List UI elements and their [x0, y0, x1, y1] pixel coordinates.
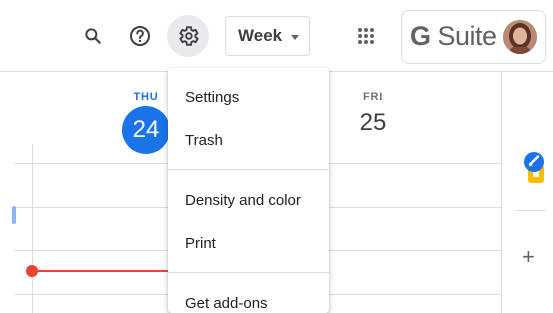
account-switcher[interactable]: G Suite [401, 10, 546, 64]
view-selector-label: Week [238, 26, 283, 45]
day-header-friday[interactable]: FRI 25 [345, 91, 401, 137]
side-panel-divider [516, 210, 546, 211]
day-of-week-label: FRI [362, 91, 384, 103]
today-date[interactable]: 24 [122, 106, 170, 154]
menu-item-print[interactable]: Print [168, 223, 329, 263]
day-header-thursday[interactable]: THU 24 [118, 91, 174, 154]
day-of-week-label: THU [133, 91, 159, 103]
apps-grid-icon [358, 28, 374, 44]
help-icon [130, 26, 150, 46]
settings-menu: Settings Trash Density and color Print G… [168, 68, 329, 313]
gear-icon [179, 26, 199, 46]
avatar-image [503, 20, 537, 54]
time-gutter-divider [32, 144, 33, 313]
avatar[interactable] [503, 20, 537, 54]
gsuite-logo: G Suite [410, 21, 497, 51]
search-icon [85, 28, 101, 44]
menu-divider [168, 169, 329, 170]
menu-item-get-add-ons[interactable]: Get add-ons [168, 283, 329, 313]
top-app-bar: Week G Suite [0, 0, 553, 72]
current-time-dot [26, 265, 38, 277]
menu-divider [168, 272, 329, 273]
search-button[interactable] [73, 16, 113, 56]
tasks-icon[interactable] [524, 152, 544, 172]
settings-button[interactable] [167, 15, 209, 57]
help-button[interactable] [120, 16, 160, 56]
menu-item-settings[interactable]: Settings [168, 77, 329, 117]
caret-down-icon [291, 35, 299, 40]
current-time-line [32, 270, 172, 272]
side-panel [501, 72, 553, 313]
event-chip[interactable] [12, 206, 16, 224]
view-selector[interactable]: Week [225, 16, 310, 56]
add-icon[interactable]: + [522, 246, 535, 268]
date-number[interactable]: 25 [345, 109, 401, 137]
check-icon [528, 155, 540, 167]
menu-item-trash[interactable]: Trash [168, 120, 329, 160]
apps-button[interactable] [346, 16, 386, 56]
menu-item-density-and-color[interactable]: Density and color [168, 180, 329, 220]
